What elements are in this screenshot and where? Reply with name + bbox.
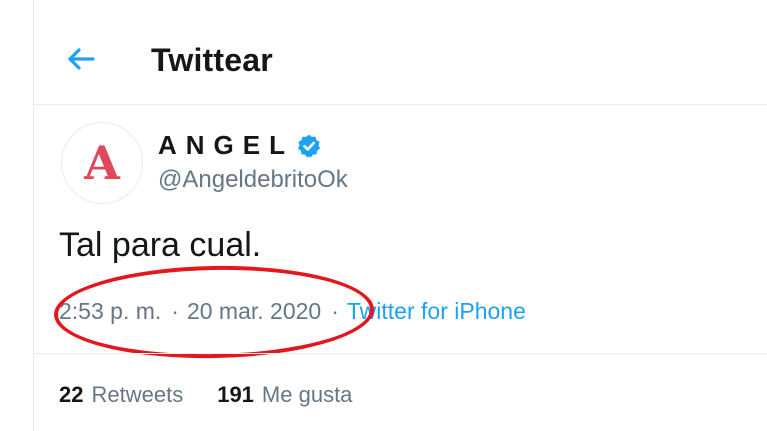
retweets-count: 22 <box>59 382 84 407</box>
author-name[interactable]: ANGEL <box>158 130 294 161</box>
avatar[interactable]: A <box>61 122 143 204</box>
retweets-stat[interactable]: 22 Retweets <box>59 382 183 408</box>
tweet-time[interactable]: 2:53 p. m. <box>59 298 161 325</box>
arrow-left-icon <box>68 48 95 70</box>
tweet-date[interactable]: 20 mar. 2020 <box>187 298 321 325</box>
author-handle[interactable]: @AngeldebritoOk <box>158 166 348 194</box>
tweet-stats: 22 Retweets 191 Me gusta <box>59 382 352 408</box>
likes-label: Me gusta <box>261 382 353 407</box>
tweet-source-link[interactable]: Twitter for iPhone <box>347 298 526 325</box>
avatar-letter: A <box>84 136 120 190</box>
verified-badge-icon <box>297 134 321 157</box>
author-name-row: ANGEL <box>158 130 322 161</box>
source-separator: · <box>331 298 339 324</box>
meta-separator: · <box>171 298 179 324</box>
likes-count: 191 <box>217 382 254 407</box>
divider <box>34 353 767 354</box>
retweets-label: Retweets <box>91 382 184 407</box>
tweet-text: Tal para cual. <box>59 226 262 264</box>
back-button[interactable] <box>64 42 98 76</box>
tweet-meta: 2:53 p. m. · 20 mar. 2020 · Twitter for … <box>59 298 526 325</box>
likes-stat[interactable]: 191 Me gusta <box>217 382 352 408</box>
tweet-page: Twittear A ANGEL @AngeldebritoOk Tal par… <box>33 0 767 431</box>
page-header: Twittear <box>34 0 767 105</box>
page-title: Twittear <box>151 42 273 78</box>
